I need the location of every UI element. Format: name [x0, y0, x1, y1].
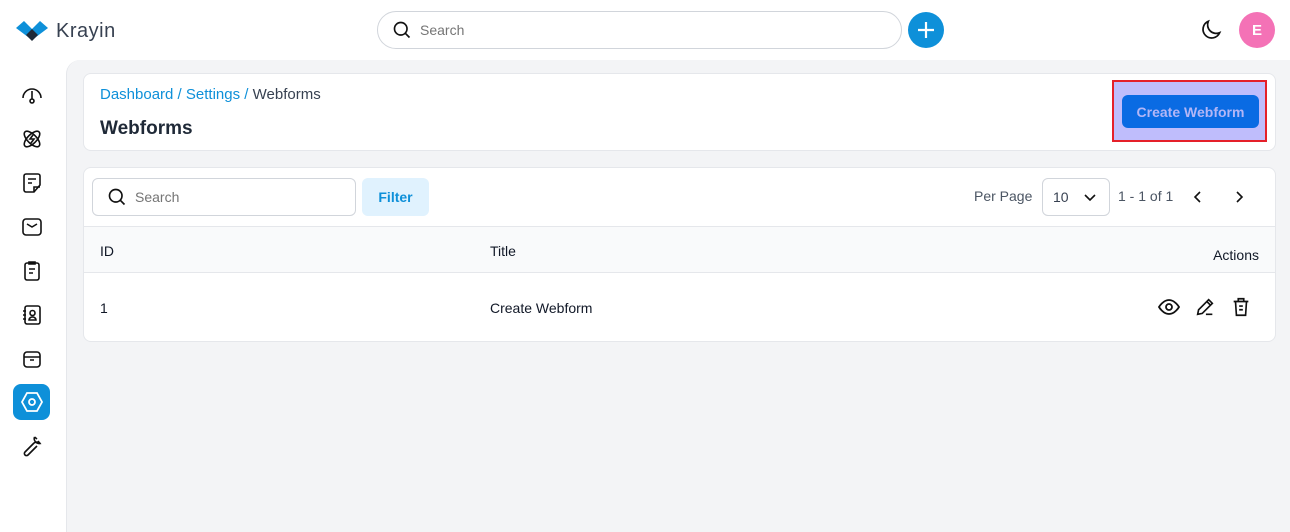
chevron-down-icon [1084, 194, 1096, 202]
clipboard-icon [23, 261, 40, 281]
main-content: Dashboard / Settings / Webforms Webforms… [66, 60, 1290, 532]
note-icon [22, 173, 41, 193]
trash-icon [1233, 297, 1249, 317]
per-page-value: 10 [1053, 189, 1069, 205]
grid-search-input[interactable] [135, 189, 335, 205]
chevron-right-icon [1236, 191, 1244, 203]
breadcrumb: Dashboard / Settings / Webforms [100, 86, 321, 103]
dark-mode-toggle[interactable] [1198, 17, 1224, 48]
breadcrumb-current: Webforms [252, 86, 321, 103]
page-title: Webforms [100, 118, 193, 139]
next-page-button[interactable] [1226, 184, 1252, 210]
table-row: 1 Create Webform [84, 273, 1275, 341]
quick-create-button[interactable] [908, 12, 944, 48]
grid-search[interactable] [92, 178, 356, 216]
top-bar: Krayin E [0, 0, 1290, 60]
column-actions: Actions [1213, 247, 1259, 263]
global-search[interactable] [377, 11, 902, 49]
gauge-icon [21, 88, 42, 104]
filter-button[interactable]: Filter [362, 178, 429, 216]
previous-page-button[interactable] [1185, 184, 1211, 210]
breadcrumb-separator: / [240, 86, 253, 103]
chevron-left-icon [1193, 191, 1201, 203]
atom-icon [22, 130, 41, 148]
cell-id: 1 [100, 300, 108, 316]
view-button[interactable] [1157, 295, 1181, 319]
avatar[interactable]: E [1239, 12, 1275, 48]
create-webform-highlight: Create Webform [1112, 80, 1267, 142]
archive-box-icon [22, 351, 41, 368]
column-id[interactable]: ID [100, 243, 114, 259]
cell-title: Create Webform [490, 300, 593, 316]
search-icon [108, 188, 126, 206]
eye-icon [1157, 299, 1181, 315]
search-icon [393, 21, 411, 39]
pencil-icon [1196, 298, 1214, 316]
global-search-input[interactable] [420, 22, 880, 38]
pagination-info: 1 - 1 of 1 [1118, 188, 1174, 204]
create-webform-button[interactable]: Create Webform [1122, 95, 1259, 128]
per-page-select[interactable]: 10 [1042, 178, 1110, 216]
mail-icon [21, 218, 42, 236]
webforms-datagrid: Filter Per Page 10 1 - 1 of 1 ID Title A… [83, 167, 1276, 342]
breadcrumb-separator: / [173, 86, 186, 103]
sidebar [0, 60, 66, 532]
krayin-logo-icon [16, 21, 48, 41]
sidebar-item-dashboard[interactable] [13, 77, 50, 113]
wrench-icon [23, 436, 41, 457]
table-header: ID Title Actions [84, 226, 1275, 273]
sidebar-item-configuration[interactable] [13, 427, 50, 463]
breadcrumb-settings[interactable]: Settings [186, 86, 240, 103]
logo[interactable]: Krayin [16, 18, 116, 44]
moon-icon [1202, 19, 1222, 39]
sidebar-item-settings[interactable] [13, 384, 50, 420]
sidebar-item-mail[interactable] [13, 209, 50, 245]
settings-hexagon-icon [20, 392, 43, 412]
app-name: Krayin [56, 19, 116, 42]
page-header: Dashboard / Settings / Webforms Webforms [83, 73, 1276, 151]
sidebar-item-activities[interactable] [13, 253, 50, 289]
sidebar-item-leads[interactable] [13, 121, 50, 157]
contact-book-icon [22, 305, 41, 325]
edit-button[interactable] [1193, 295, 1217, 319]
column-title[interactable]: Title [490, 243, 516, 259]
breadcrumb-dashboard[interactable]: Dashboard [100, 86, 173, 103]
sidebar-item-products[interactable] [13, 341, 50, 377]
delete-button[interactable] [1229, 295, 1253, 319]
sidebar-item-contacts[interactable] [13, 297, 50, 333]
per-page-label: Per Page [974, 188, 1033, 204]
sidebar-item-quotes[interactable] [13, 165, 50, 201]
plus-icon [918, 22, 934, 38]
